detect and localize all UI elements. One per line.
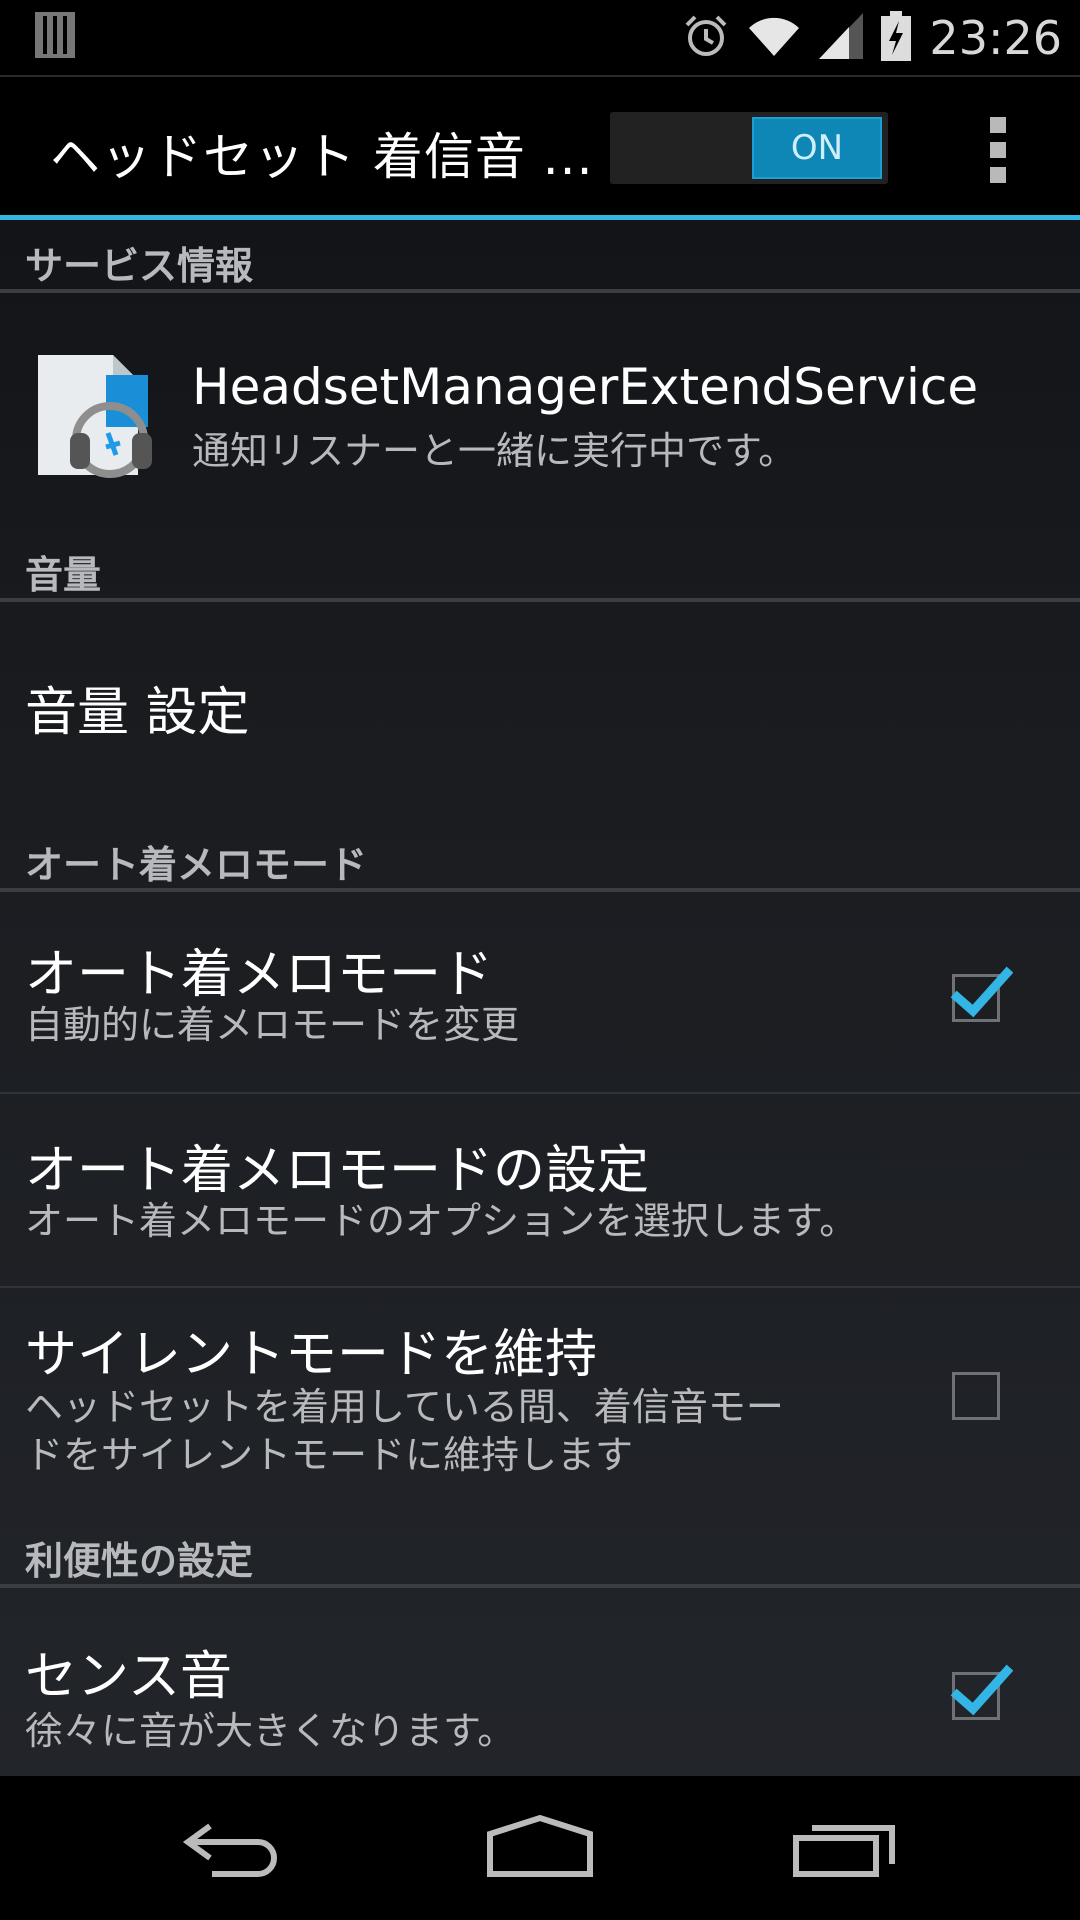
auto-ring-mode-row[interactable]: オート着メロモード 自動的に着メロモードを変更 — [0, 896, 1080, 1094]
sense-sound-row[interactable]: センス音 徐々に音が大きくなります。 — [0, 1600, 1080, 1776]
status-bar: 23:26 — [0, 0, 1080, 75]
app-title: ヘッドセット 着信音 ... — [50, 128, 594, 186]
section-header-volume: 音量 — [0, 536, 1080, 602]
keep-silent-mode-summary-line2: ドをサイレントモードに維持します — [25, 1433, 634, 1477]
auto-ring-mode-summary: 自動的に着メロモードを変更 — [25, 1003, 520, 1047]
auto-ring-mode-checkbox[interactable] — [950, 966, 1013, 1022]
settings-screen: 23:26 ヘッドセット 着信音 ... ON サービス情報 HeadsetMa… — [0, 0, 1080, 1920]
section-header-convenience: 利便性の設定 — [0, 1522, 1080, 1588]
wifi-icon — [747, 14, 801, 62]
volume-settings-title: 音量 設定 — [25, 683, 250, 743]
cell-signal-icon — [819, 12, 864, 63]
notification-bars-icon — [35, 12, 75, 62]
sense-sound-title: センス音 — [25, 1647, 232, 1707]
keep-silent-mode-title: サイレントモードを維持 — [25, 1325, 598, 1385]
service-toggle[interactable]: ON — [610, 112, 888, 184]
auto-ring-mode-settings-title: オート着メロモードの設定 — [25, 1141, 650, 1201]
auto-ring-mode-settings-row[interactable]: オート着メロモードの設定 オート着メロモードのオプションを選択します。 — [0, 1094, 1080, 1288]
sense-sound-summary: 徐々に音が大きくなります。 — [25, 1709, 516, 1753]
alarm-icon — [683, 13, 729, 63]
keep-silent-mode-row[interactable]: サイレントモードを維持 ヘッドセットを着用している間、着信音モー ドをサイレント… — [0, 1288, 1080, 1518]
home-icon[interactable] — [484, 1814, 596, 1880]
section-header-service-info: サービス情報 — [0, 227, 1080, 293]
keep-silent-mode-checkbox[interactable] — [952, 1372, 1000, 1420]
service-name: HeadsetManagerExtendService — [192, 358, 979, 416]
service-status: 通知リスナーと一緒に実行中です。 — [192, 429, 797, 473]
keep-silent-mode-summary-line1: ヘッドセットを着用している間、着信音モー — [25, 1385, 784, 1429]
battery-charging-icon — [881, 10, 912, 65]
volume-settings-row[interactable]: 音量 設定 — [0, 606, 1080, 806]
status-time: 23:26 — [929, 10, 1062, 65]
auto-ring-mode-settings-summary: オート着メロモードのオプションを選択します。 — [25, 1199, 858, 1243]
checkmark-icon — [950, 966, 1013, 1018]
recent-apps-icon[interactable] — [790, 1816, 900, 1880]
back-icon[interactable] — [180, 1818, 290, 1878]
action-bar: ヘッドセット 着信音 ... ON — [0, 75, 1080, 220]
sense-sound-checkbox[interactable] — [950, 1664, 1013, 1720]
service-info-row[interactable]: HeadsetManagerExtendService 通知リスナーと一緒に実行… — [0, 308, 1080, 498]
section-header-auto-ring-mode: オート着メロモード — [0, 826, 1080, 892]
checkmark-icon — [950, 1664, 1013, 1716]
auto-ring-mode-title: オート着メロモード — [25, 945, 494, 1005]
toggle-thumb: ON — [752, 117, 882, 179]
overflow-menu-icon[interactable] — [978, 117, 1018, 183]
navigation-bar — [0, 1776, 1080, 1920]
headset-service-icon — [38, 355, 152, 478]
